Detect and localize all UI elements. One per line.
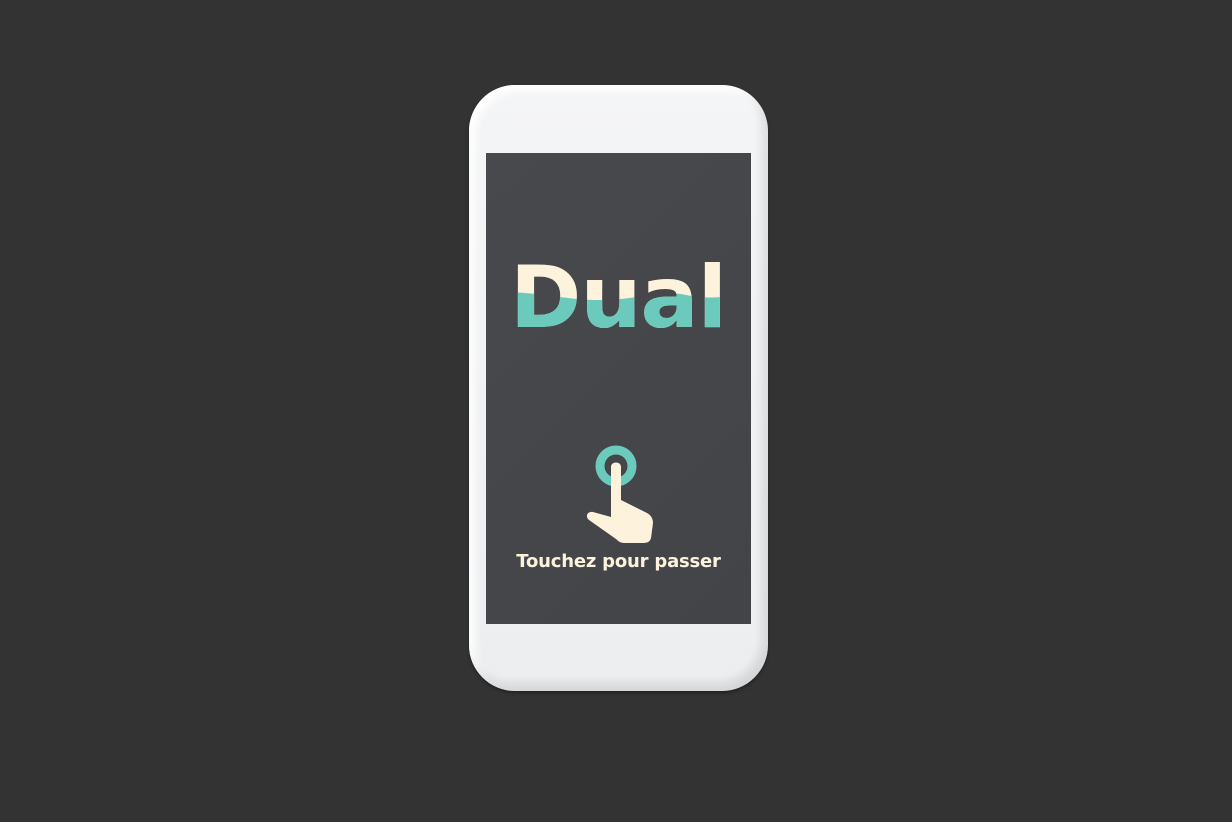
stage: Dual Dual Touchez pour passer <box>0 0 1232 822</box>
app-logo: Dual Dual <box>486 245 751 355</box>
tap-to-skip-hint: Touchez pour passer <box>516 551 721 572</box>
splash-screen[interactable]: Dual Dual Touchez pour passer <box>486 153 751 624</box>
logo-svg: Dual Dual <box>510 248 727 348</box>
tap-hand-icon <box>581 443 661 543</box>
